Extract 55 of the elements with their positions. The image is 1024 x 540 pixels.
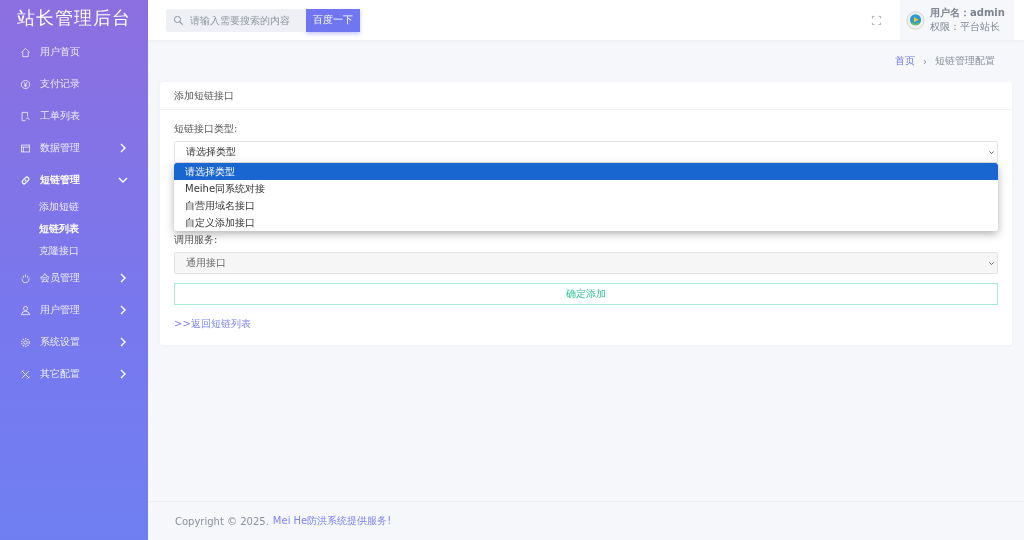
avatar-icon[interactable] xyxy=(906,10,925,30)
app-title: 站长管理后台 xyxy=(16,6,132,30)
breadcrumb-separator: › xyxy=(923,55,927,67)
menu-item[interactable]: 用户首页 xyxy=(0,36,148,68)
home-icon xyxy=(20,46,31,58)
dropdown-option[interactable]: 自定义添加接口 xyxy=(174,214,998,231)
yen-icon xyxy=(20,78,31,90)
submit-button[interactable]: 确定添加 xyxy=(174,283,998,305)
menu-item[interactable]: 工单列表 xyxy=(0,100,148,132)
card-title: 添加短链接口 xyxy=(160,82,1012,110)
menu-label: 会员管理 xyxy=(40,271,81,285)
user-name: 用户名：admin xyxy=(930,6,1005,20)
chevron-icon xyxy=(988,148,995,156)
menu-label: 短链管理 xyxy=(40,173,81,187)
hand-icon xyxy=(20,272,31,284)
menu-item[interactable]: 数据管理 xyxy=(0,132,148,164)
submenu-item[interactable]: 短链列表 xyxy=(0,218,148,240)
menu-label: 用户管理 xyxy=(40,303,81,317)
menu-label: 用户首页 xyxy=(40,45,81,59)
type-select[interactable]: 请选择类型 xyxy=(174,141,998,163)
user-icon xyxy=(20,304,31,316)
dropdown-option[interactable]: 请选择类型 xyxy=(174,163,998,180)
note-icon xyxy=(20,110,31,122)
dropdown-option[interactable]: 自营用域名接口 xyxy=(174,197,998,214)
service-select[interactable]: 通用接口 xyxy=(174,252,998,274)
menu-label: 支付记录 xyxy=(40,77,81,91)
menu-item[interactable]: 支付记录 xyxy=(0,68,148,100)
menu-label: 系统设置 xyxy=(40,335,81,349)
menu-label: 数据管理 xyxy=(40,141,81,155)
breadcrumb-link[interactable]: 首页 xyxy=(895,54,915,68)
chevron-icon xyxy=(988,259,995,267)
menu-item[interactable]: 其它配置 xyxy=(0,358,148,390)
menu-item[interactable]: 短链管理 xyxy=(0,164,148,196)
breadcrumb-current: 短链管理配置 xyxy=(935,54,995,68)
menu-item[interactable]: 用户管理 xyxy=(0,294,148,326)
back-link[interactable]: >>返回短链列表 xyxy=(174,317,251,331)
submenu-item[interactable]: 添加短链 xyxy=(0,196,148,218)
footer-link[interactable]: Mei He防洪系统提供服务! xyxy=(272,514,392,528)
search-button[interactable]: 百度一下 xyxy=(306,8,360,32)
tools-icon xyxy=(20,368,31,380)
menu-item[interactable]: 系统设置 xyxy=(0,326,148,358)
table-icon xyxy=(20,142,31,154)
field-label: 调用服务: xyxy=(174,233,219,247)
link-icon xyxy=(20,174,31,186)
submenu-item[interactable]: 克隆接口 xyxy=(0,240,148,262)
search-field[interactable]: 请输入需要搜索的内容 xyxy=(166,8,306,32)
fullscreen-icon[interactable] xyxy=(871,14,882,26)
user-role: 权限：平台站长 xyxy=(930,20,1001,34)
menu-item[interactable]: 会员管理 xyxy=(0,262,148,294)
menu-label: 工单列表 xyxy=(40,109,81,123)
dropdown-option[interactable]: Meihe同系统对接 xyxy=(174,180,998,197)
settings-icon xyxy=(20,336,31,348)
menu-label: 其它配置 xyxy=(40,367,81,381)
field-label: 短链接口类型: xyxy=(174,122,239,136)
copyright-text: Copyright © 2025. xyxy=(175,515,269,527)
